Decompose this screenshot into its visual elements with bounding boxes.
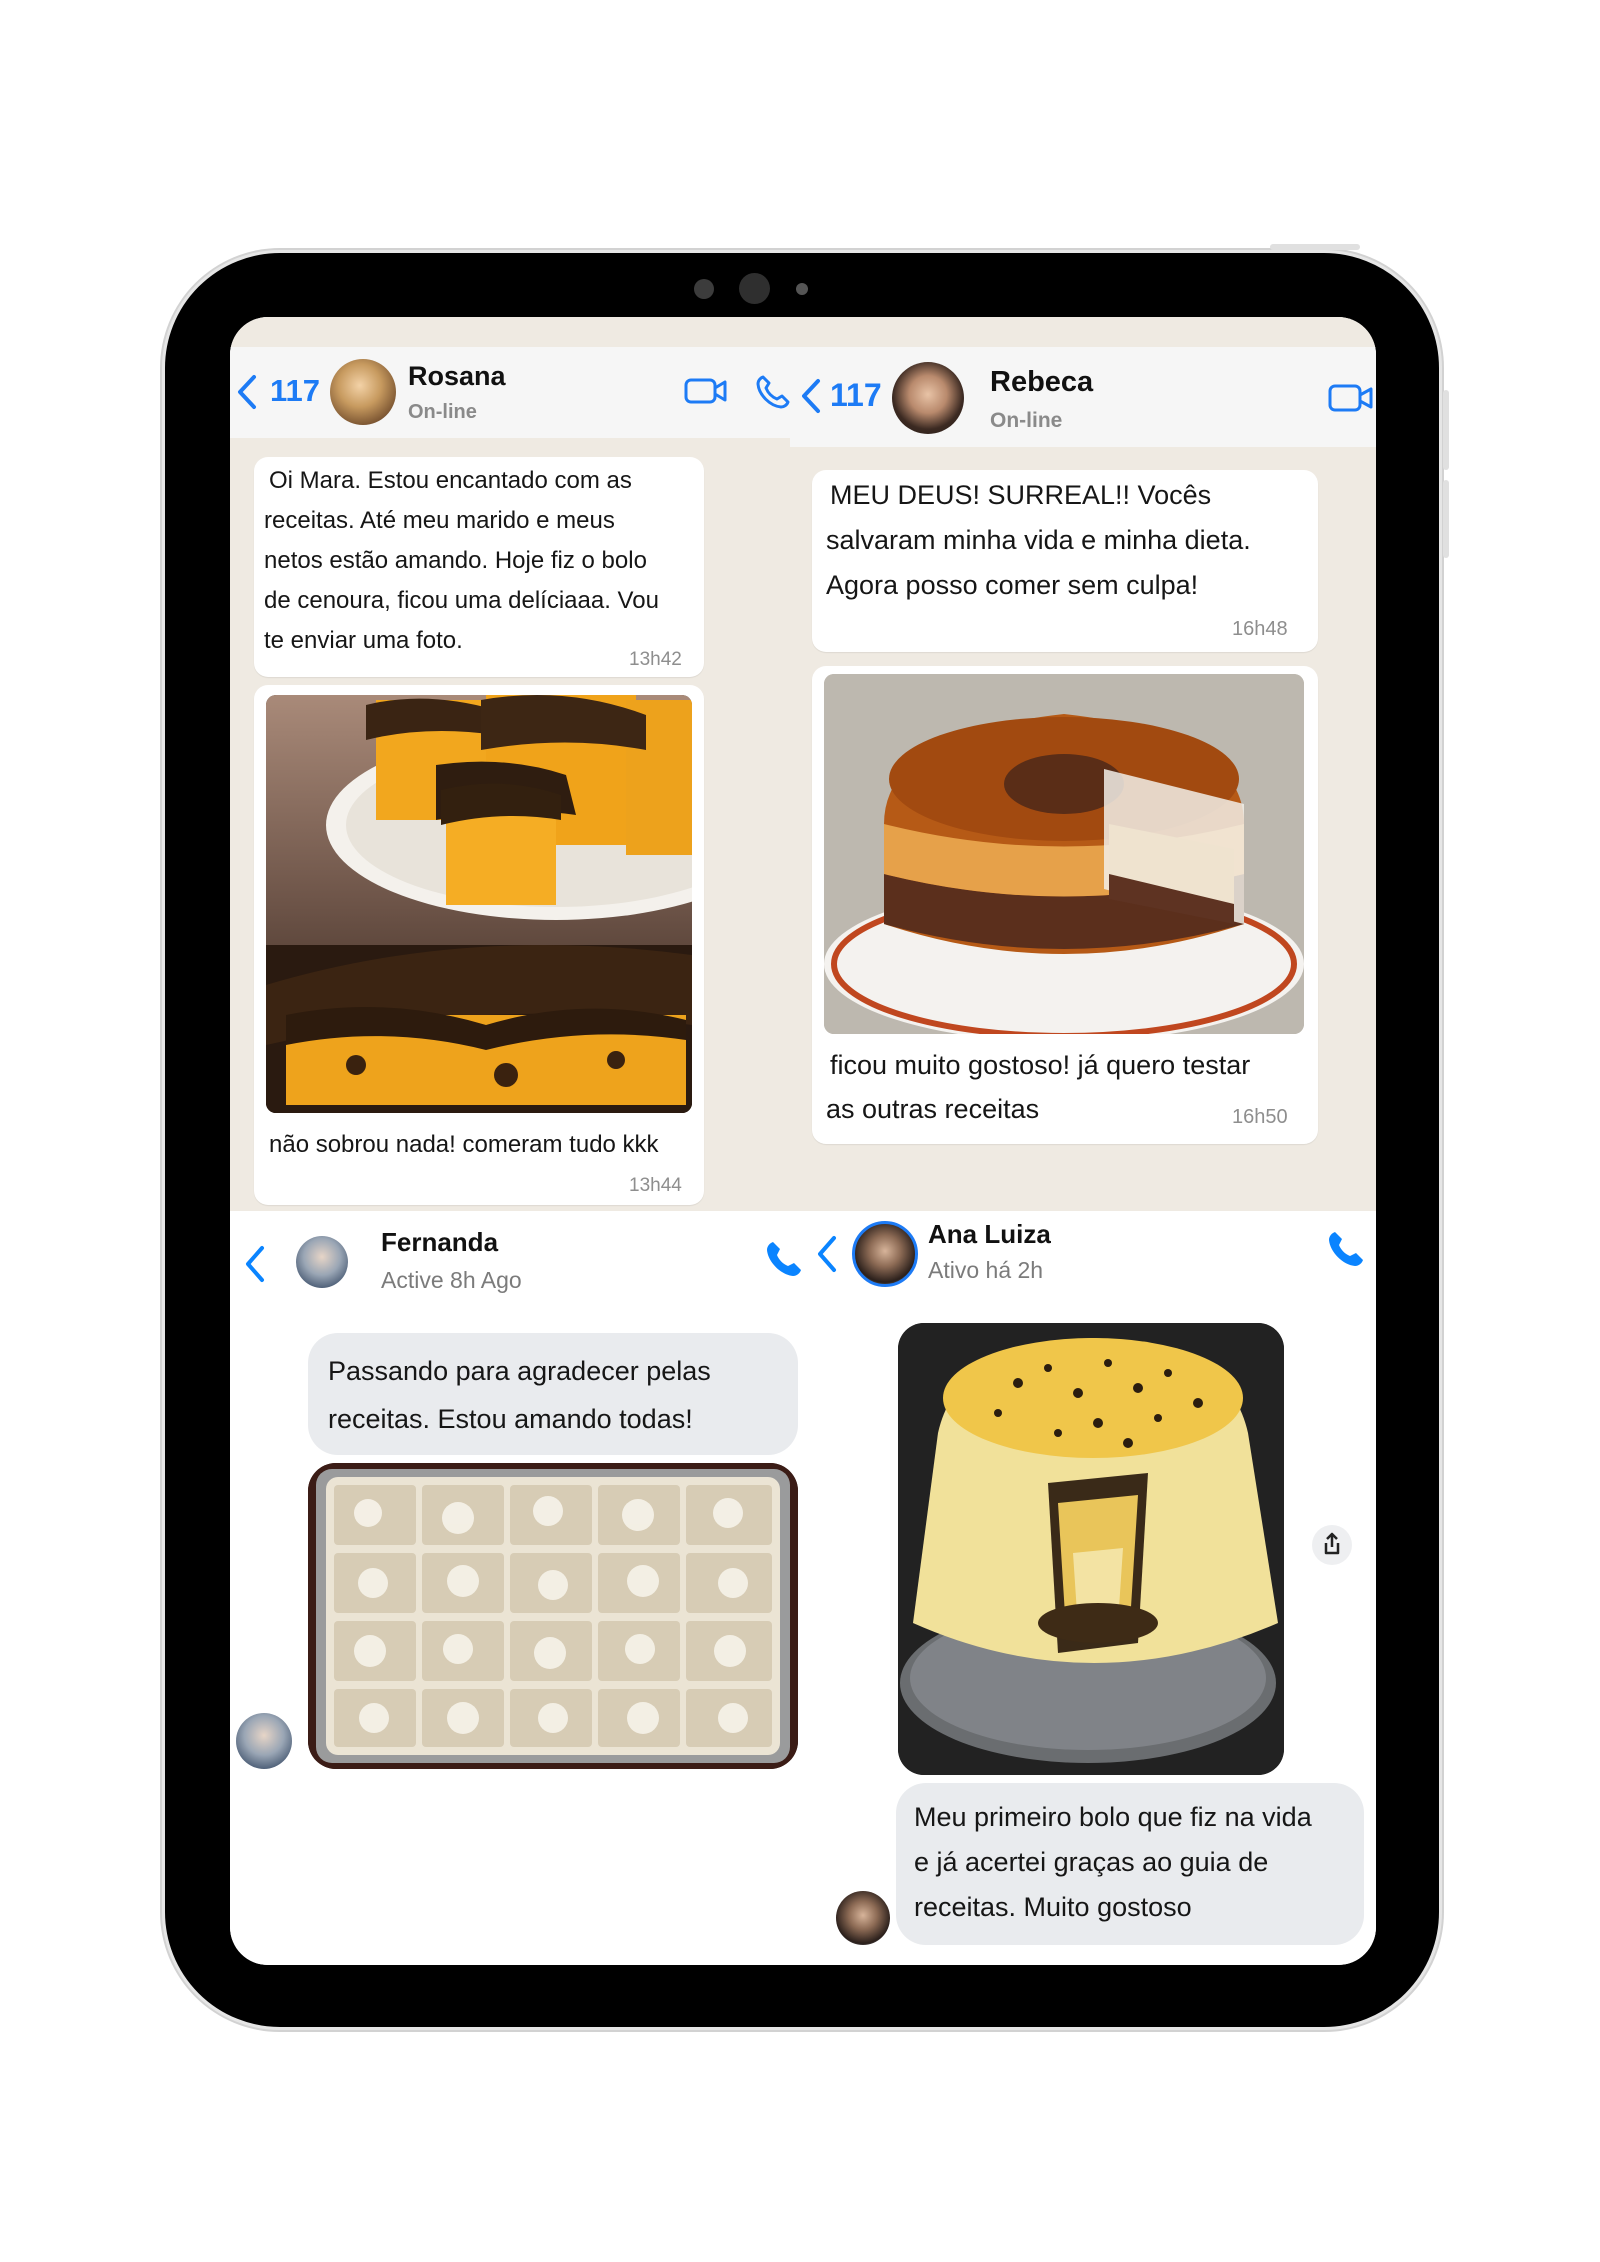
message-text-line: ficou muito gostoso! já quero testar [830, 1050, 1251, 1080]
message-text-line: Oi Mara. Estou encantado com as [269, 467, 632, 494]
tablet-volume-down-button [1443, 480, 1449, 558]
avatar[interactable] [852, 1221, 918, 1287]
message-timestamp: 16h48 [1232, 618, 1288, 640]
message-text-line: as outras receitas [826, 1094, 1040, 1124]
phone-icon[interactable] [1326, 1229, 1366, 1274]
message-timestamp: 13h42 [629, 649, 682, 670]
back-unread-count[interactable]: 117 [270, 373, 320, 409]
message-bubble-1[interactable]: Oi Mara. Estou encantado com as receitas… [254, 457, 704, 677]
tablet-top-button [1270, 244, 1360, 250]
contact-status: On-line [990, 409, 1063, 432]
message-text-line: te enviar uma foto. [264, 627, 463, 654]
chevron-left-icon[interactable] [800, 378, 822, 419]
message-bubble-1[interactable]: MEU DEUS! SURREAL!! Vocês salvaram minha… [812, 470, 1318, 652]
front-sensor [694, 279, 714, 299]
contact-status: Ativo há 2h [928, 1257, 1044, 1283]
avatar[interactable] [892, 362, 964, 434]
carrot-cake-photo[interactable] [266, 695, 692, 1113]
avatar[interactable] [330, 359, 396, 425]
message-text-line: MEU DEUS! SURREAL!! Vocês [830, 480, 1212, 510]
message-text-line: salvaram minha vida e minha dieta. [826, 525, 1251, 555]
message-text-line: de cenoura, ficou uma delíciaaa. Vou [264, 587, 659, 614]
chevron-left-icon[interactable] [236, 374, 258, 415]
message-text: não sobrou nada! comeram tudo kkk [269, 1131, 659, 1158]
contact-status: Active 8h Ago [381, 1267, 522, 1293]
message-text-line: Passando para agradecer pelas [328, 1356, 711, 1386]
passion-fruit-cake-photo[interactable] [898, 1323, 1284, 1775]
chat-header-rosana: 117 Rosana On-line [230, 347, 790, 438]
tablet-volume-up-button [1443, 390, 1449, 470]
message-bubble-2[interactable]: ficou muito gostoso! já quero testar as … [812, 666, 1318, 1144]
phone-icon[interactable] [755, 374, 790, 415]
sender-avatar[interactable] [836, 1891, 890, 1945]
contact-name[interactable]: Rebeca [990, 366, 1093, 399]
phone-icon[interactable] [764, 1239, 804, 1284]
message-text-line: Agora posso comer sem culpa! [826, 570, 1199, 600]
contact-name[interactable]: Rosana [408, 361, 506, 392]
video-call-icon[interactable] [684, 376, 728, 411]
chat-panel-ana-luiza: Ana Luiza Ativo há 2h Meu primeiro bolo … [816, 1211, 1376, 1965]
front-camera [739, 273, 770, 304]
message-timestamp: 13h44 [629, 1175, 682, 1196]
avatar[interactable] [296, 1236, 348, 1288]
tablet-screen: 117 Rosana On-line Oi Mara. Estou encant… [230, 317, 1376, 1965]
message-timestamp: 16h50 [1232, 1106, 1288, 1128]
chat-header-rebeca: 117 Rebeca On-line [790, 347, 1376, 447]
message-text-line: receitas. Estou amando todas! [328, 1404, 693, 1434]
message-bubble-2[interactable]: não sobrou nada! comeram tudo kkk 13h44 [254, 685, 704, 1205]
chevron-left-icon[interactable] [244, 1245, 266, 1288]
contact-name[interactable]: Ana Luiza [928, 1219, 1051, 1250]
chevron-left-icon[interactable] [816, 1235, 838, 1278]
coconut-cake-photo[interactable] [308, 1463, 798, 1769]
message-text-line: netos estão amando. Hoje fiz o bolo [264, 547, 647, 574]
sender-avatar[interactable] [236, 1713, 292, 1769]
video-call-icon[interactable] [1328, 382, 1374, 419]
front-light-sensor [796, 283, 808, 295]
chat-panel-rosana: 117 Rosana On-line Oi Mara. Estou encant… [230, 317, 790, 1211]
message-text-line: Meu primeiro bolo que fiz na vida [914, 1802, 1312, 1832]
contact-status: On-line [408, 401, 477, 423]
share-icon[interactable] [1312, 1525, 1352, 1565]
chat-panel-fernanda: Fernanda Active 8h Ago Passando para agr… [230, 1211, 816, 1965]
contact-name[interactable]: Fernanda [381, 1227, 498, 1258]
message-text-line: receitas. Muito gostoso [914, 1892, 1192, 1922]
chat-panel-rebeca: 117 Rebeca On-line MEU DEUS! SURREAL!! V… [790, 317, 1376, 1211]
message-text-line: receitas. Até meu marido e meus [264, 507, 615, 534]
message-bubble[interactable]: Meu primeiro bolo que fiz na vida e já a… [896, 1783, 1364, 1945]
back-unread-count[interactable]: 117 [830, 377, 882, 414]
flan-cake-photo[interactable] [824, 674, 1304, 1034]
message-bubble[interactable]: Passando para agradecer pelas receitas. … [308, 1333, 798, 1455]
message-text-line: e já acertei graças ao guia de [914, 1847, 1269, 1877]
